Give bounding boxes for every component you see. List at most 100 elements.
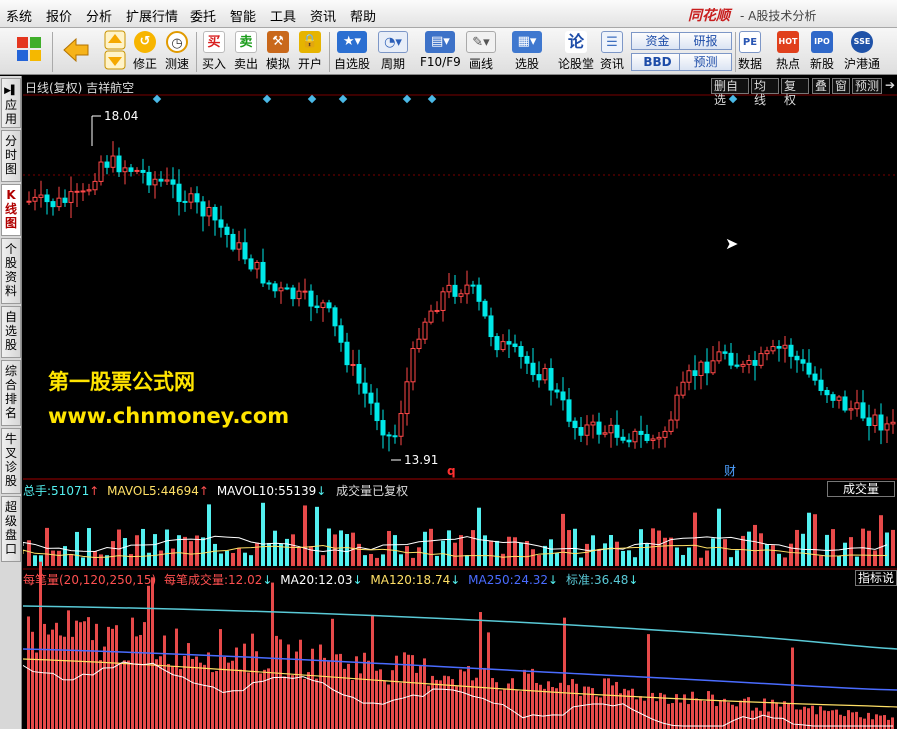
- chart-area: 18.04 13.91 q 财 日线(复权) 吉祥航空 删自选 均线 复权 叠 窗 预…: [23, 76, 897, 729]
- pertrade-bar: [279, 639, 282, 729]
- info-diamond-icon: [152, 94, 162, 104]
- hot-button[interactable]: HOT 热点: [776, 31, 800, 72]
- speed-test-button[interactable]: ◷ 测速: [165, 31, 189, 72]
- volume-bar: [489, 540, 493, 566]
- menu-quote[interactable]: 报价: [46, 6, 72, 25]
- pertrade-bar: [691, 691, 694, 729]
- forecast-button[interactable]: 预测: [679, 53, 732, 71]
- arrow-right-icon[interactable]: ➔: [885, 78, 895, 92]
- menu-help[interactable]: 帮助: [350, 6, 376, 25]
- windows-grid-button[interactable]: [16, 36, 42, 65]
- pertrade-bar: [211, 672, 214, 729]
- indicator-help-label[interactable]: 指标说: [855, 570, 897, 586]
- pertrade-bar: [519, 691, 522, 729]
- kline-candle: [800, 359, 806, 364]
- volume-bar: [759, 533, 763, 566]
- remove-watchlist-button[interactable]: 删自选: [711, 78, 749, 107]
- sidebar-tab-kline[interactable]: K线图: [1, 184, 21, 236]
- volume-bar: [435, 555, 439, 566]
- select-stock-button[interactable]: ▦▾ 选股: [512, 31, 542, 72]
- pertrade-bar: [487, 632, 490, 729]
- bbd-button[interactable]: BBD: [631, 53, 684, 71]
- pertrade-bar: [119, 664, 122, 729]
- sidebar-tab-stock-info[interactable]: 个股资料: [1, 238, 21, 304]
- kline-candle: [782, 344, 788, 349]
- kline-candle: [752, 360, 758, 366]
- news-button[interactable]: ☰ 资讯: [600, 31, 624, 72]
- back-button[interactable]: [62, 36, 90, 67]
- kline-candle: [806, 362, 812, 375]
- buy-button[interactable]: 买 买入: [202, 31, 226, 72]
- pertrade-bar: [883, 715, 886, 729]
- kline-candle: [890, 421, 896, 425]
- forum-button[interactable]: 论 论股堂: [558, 31, 594, 72]
- ma-button[interactable]: 均线: [751, 78, 779, 107]
- pertrade-bar: [611, 685, 614, 729]
- menu-smart[interactable]: 智能: [230, 6, 256, 25]
- sidebar-tab-watchlist[interactable]: 自选股: [1, 306, 21, 358]
- menu-tools[interactable]: 工具: [270, 6, 296, 25]
- pertrade-bar: [395, 655, 398, 729]
- volume-bar: [537, 555, 541, 566]
- f10-button[interactable]: ▤▾ F10/F9: [420, 31, 461, 69]
- pertrade-legend: 每笔量(20,120,250,15) 每笔成交量:12.02↓ MA20:12.…: [23, 573, 639, 587]
- sh-hk-button[interactable]: SSE 沪港通: [844, 31, 880, 72]
- ipo-icon: IPO: [811, 31, 833, 53]
- menu-extended-market[interactable]: 扩展行情: [126, 6, 178, 25]
- draw-line-button[interactable]: ✎▾ 画线: [466, 31, 496, 72]
- menu-analysis[interactable]: 分析: [86, 6, 112, 25]
- forecast-toggle-button[interactable]: 预测: [852, 78, 882, 94]
- kline-candle: [530, 362, 536, 376]
- fund-flow-button[interactable]: 资金: [631, 32, 684, 50]
- volume-bar: [291, 534, 295, 566]
- windows-grid-icon: [17, 37, 41, 61]
- overlay-button[interactable]: 叠: [812, 78, 830, 94]
- pertrade-bar: [675, 694, 678, 729]
- period-button[interactable]: ◔▾ 周期: [378, 31, 408, 72]
- simulate-button[interactable]: ⚒ 模拟: [266, 31, 290, 72]
- sidebar-tab-intraday[interactable]: 分时图: [1, 130, 21, 182]
- chart-canvas[interactable]: 18.04 13.91 q 财: [23, 76, 897, 729]
- pertrade-bar: [471, 680, 474, 729]
- open-account-button[interactable]: 🔒 开户: [298, 31, 322, 72]
- research-button[interactable]: 研报: [679, 32, 732, 50]
- volume-bar: [669, 537, 673, 566]
- volume-bar: [747, 531, 751, 566]
- pertrade-bar: [579, 695, 582, 729]
- kline-candle: [356, 363, 362, 384]
- volume-bar: [249, 555, 253, 566]
- data-button[interactable]: PE 数据: [738, 31, 762, 72]
- volume-bar: [849, 537, 853, 566]
- fix-button[interactable]: ↺ 修正: [133, 31, 157, 72]
- kline-candle: [578, 427, 584, 436]
- pertrade-bar: [315, 678, 318, 729]
- menu-system[interactable]: 系统: [6, 6, 32, 25]
- kline-candle: [854, 402, 860, 410]
- pertrade-bar: [815, 714, 818, 729]
- volume-bar: [597, 549, 601, 566]
- hammer-icon: ⚒: [267, 31, 289, 53]
- pertrade-bar: [879, 715, 882, 729]
- kline-candle: [362, 382, 368, 394]
- ipo-button[interactable]: IPO 新股: [810, 31, 834, 72]
- sidebar-tab-ranking[interactable]: 综合排名: [1, 360, 21, 426]
- sell-button[interactable]: 卖 卖出: [234, 31, 258, 72]
- sidebar-tab-apps[interactable]: ▶▌ 应用: [1, 78, 21, 128]
- kline-candle: [434, 309, 440, 312]
- up-down-button[interactable]: [104, 30, 126, 73]
- adjust-button[interactable]: 复权: [781, 78, 809, 107]
- menu-news[interactable]: 资讯: [310, 6, 336, 25]
- kline-candle: [620, 436, 626, 441]
- menu-trade[interactable]: 委托: [190, 6, 216, 25]
- sidebar-tab-diagnosis[interactable]: 牛叉诊股: [1, 428, 21, 494]
- pertrade-bar: [699, 699, 702, 729]
- window-button[interactable]: 窗: [832, 78, 850, 94]
- volume-bar: [873, 550, 877, 566]
- sidebar-tab-super-panel[interactable]: 超级盘口: [1, 496, 21, 562]
- pertrade-bar: [331, 618, 334, 729]
- watchlist-button[interactable]: ★▾ 自选股: [334, 31, 370, 72]
- volume-indicator-label[interactable]: 成交量: [827, 481, 895, 497]
- volume-bar: [621, 550, 625, 566]
- pertrade-bar: [599, 697, 602, 729]
- pertrade-bar: [111, 628, 114, 729]
